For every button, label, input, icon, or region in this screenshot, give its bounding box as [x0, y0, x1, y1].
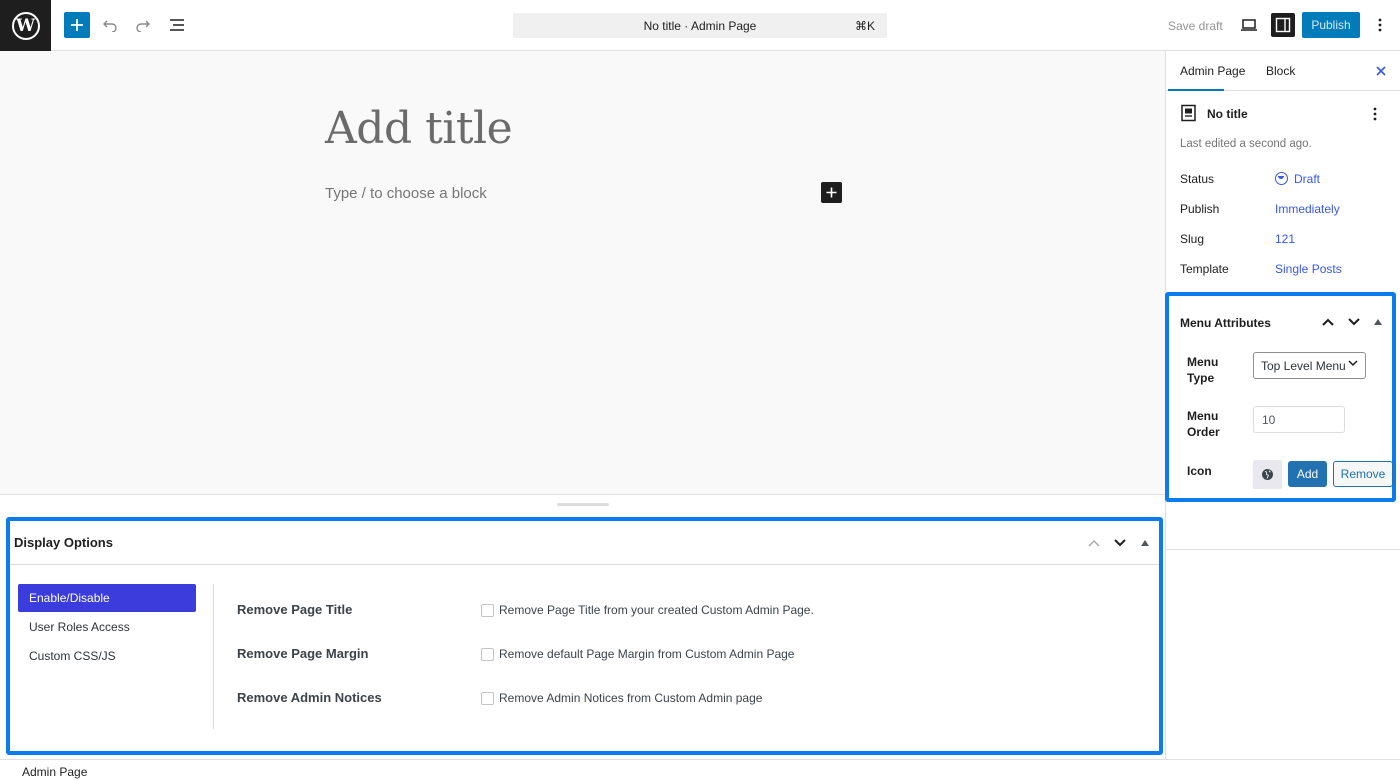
move-up-button[interactable]: [1318, 312, 1338, 332]
tab-user-roles-access[interactable]: User Roles Access: [18, 613, 196, 641]
remove-page-title-checkbox[interactable]: [481, 604, 494, 617]
meta-boxes-area: Display Options Enable/Disable User Role…: [0, 494, 1166, 759]
more-vertical-icon: [1378, 18, 1382, 32]
menu-attributes-panel: Menu Attributes Menu Type Top Level Menu…: [1165, 292, 1396, 502]
redo-button[interactable]: [131, 13, 155, 37]
close-icon: [1376, 66, 1386, 76]
document-overview-button[interactable]: [165, 13, 189, 37]
publish-date-button[interactable]: Immediately: [1275, 202, 1340, 216]
resize-handle[interactable]: [557, 503, 609, 506]
triangle-up-icon: [1374, 319, 1382, 325]
block-breadcrumb[interactable]: Admin Page: [22, 765, 87, 779]
option-label: Remove Admin Notices: [237, 690, 382, 705]
active-tab-indicator: [1168, 89, 1224, 91]
toggle-panel-button[interactable]: [1135, 533, 1155, 553]
tab-block[interactable]: Block: [1266, 64, 1295, 78]
panel-title: Display Options: [14, 535, 113, 550]
options-tabs: Enable/Disable User Roles Access Custom …: [18, 584, 196, 671]
document-title: No title · Admin Page: [643, 19, 757, 33]
document-title: No title: [1207, 107, 1248, 121]
chevron-up-icon: [1088, 539, 1100, 547]
panel-header: Display Options: [10, 521, 1159, 565]
menu-type-value: Top Level Menu: [1261, 359, 1346, 373]
move-down-button[interactable]: [1344, 312, 1364, 332]
menu-order-input[interactable]: 10: [1253, 406, 1345, 433]
command-palette-bar[interactable]: No title · Admin Page ⌘K: [513, 13, 887, 38]
post-title-input[interactable]: Add title: [325, 103, 513, 154]
status-text: Draft: [1294, 172, 1321, 186]
status-value[interactable]: Draft: [1275, 172, 1320, 186]
publish-label: Publish: [1180, 202, 1220, 216]
draft-status-icon: [1275, 172, 1288, 185]
undo-button[interactable]: [98, 13, 122, 37]
settings-sidebar-toggle[interactable]: [1271, 13, 1295, 37]
icon-label: Icon: [1187, 464, 1212, 478]
sidebar-divider: [1166, 549, 1400, 550]
sidebar-icon: [1275, 17, 1291, 33]
undo-icon: [103, 20, 117, 32]
document-actions-button[interactable]: [1366, 105, 1384, 123]
chevron-down-icon: [1348, 360, 1358, 367]
option-description: Remove default Page Margin from Custom A…: [499, 647, 795, 661]
icon-preview: [1253, 460, 1282, 489]
chevron-up-icon: [1322, 318, 1334, 326]
move-down-button[interactable]: [1110, 533, 1130, 553]
redo-icon: [136, 20, 150, 32]
inline-inserter-button[interactable]: [821, 182, 842, 203]
template-button[interactable]: Single Posts: [1275, 262, 1342, 276]
plus-icon: [71, 19, 83, 31]
option-description: Remove Admin Notices from Custom Admin p…: [499, 691, 763, 705]
vertical-divider: [213, 584, 214, 729]
keyboard-shortcut: ⌘K: [854, 19, 875, 33]
toggle-panel-button[interactable]: [1368, 312, 1388, 332]
tab-enable-disable[interactable]: Enable/Disable: [18, 584, 196, 612]
option-label: Remove Page Margin: [237, 646, 369, 661]
move-up-button[interactable]: [1084, 533, 1104, 553]
chevron-down-icon: [1348, 318, 1360, 326]
close-sidebar-button[interactable]: [1371, 61, 1391, 81]
display-options-panel: Display Options Enable/Disable User Role…: [6, 517, 1163, 755]
chevron-down-icon: [1114, 539, 1126, 547]
slug-label: Slug: [1180, 232, 1205, 246]
status-label: Status: [1180, 172, 1215, 186]
tab-custom-css-js[interactable]: Custom CSS/JS: [18, 642, 196, 670]
slug-button[interactable]: 121: [1275, 232, 1295, 246]
menu-order-label: Menu Order: [1187, 409, 1220, 439]
option-description: Remove Page Title from your created Cust…: [499, 603, 814, 617]
remove-icon-button[interactable]: Remove: [1333, 461, 1393, 487]
plus-icon: [826, 187, 837, 198]
remove-admin-notices-checkbox[interactable]: [481, 692, 494, 705]
editor-top-bar: W No title · Admin Page ⌘K Save draft Pu…: [0, 0, 1400, 51]
triangle-up-icon: [1141, 540, 1149, 546]
menu-type-label: Menu Type: [1187, 355, 1219, 385]
remove-page-margin-checkbox[interactable]: [481, 648, 494, 661]
wordpress-logo-icon: W: [11, 11, 40, 40]
page-icon: [1181, 104, 1196, 122]
save-draft-button[interactable]: Save draft: [1168, 19, 1223, 33]
publish-button[interactable]: Publish: [1302, 12, 1360, 38]
block-inserter-button[interactable]: [64, 12, 90, 38]
tab-admin-page[interactable]: Admin Page: [1180, 64, 1245, 78]
editor-canvas: Add title Type / to choose a block: [0, 51, 1166, 494]
default-block-appender[interactable]: Type / to choose a block: [325, 185, 487, 202]
option-label: Remove Page Title: [237, 602, 353, 617]
editor-footer: Admin Page: [0, 759, 1400, 781]
options-menu-button[interactable]: [1368, 13, 1392, 37]
sidebar-tabs: Admin Page Block: [1166, 51, 1400, 91]
add-icon-button[interactable]: Add: [1288, 461, 1327, 487]
menu-type-select[interactable]: Top Level Menu: [1253, 352, 1366, 379]
last-edited-text: Last edited a second ago.: [1180, 138, 1312, 150]
template-label: Template: [1180, 262, 1229, 276]
laptop-icon: [1241, 19, 1257, 31]
panel-title: Menu Attributes: [1180, 316, 1271, 330]
wordpress-logo-button[interactable]: W: [0, 0, 51, 51]
list-view-icon: [170, 19, 184, 31]
more-vertical-icon: [1373, 107, 1377, 121]
preview-button[interactable]: [1237, 13, 1261, 37]
globe-icon: [1262, 469, 1273, 480]
